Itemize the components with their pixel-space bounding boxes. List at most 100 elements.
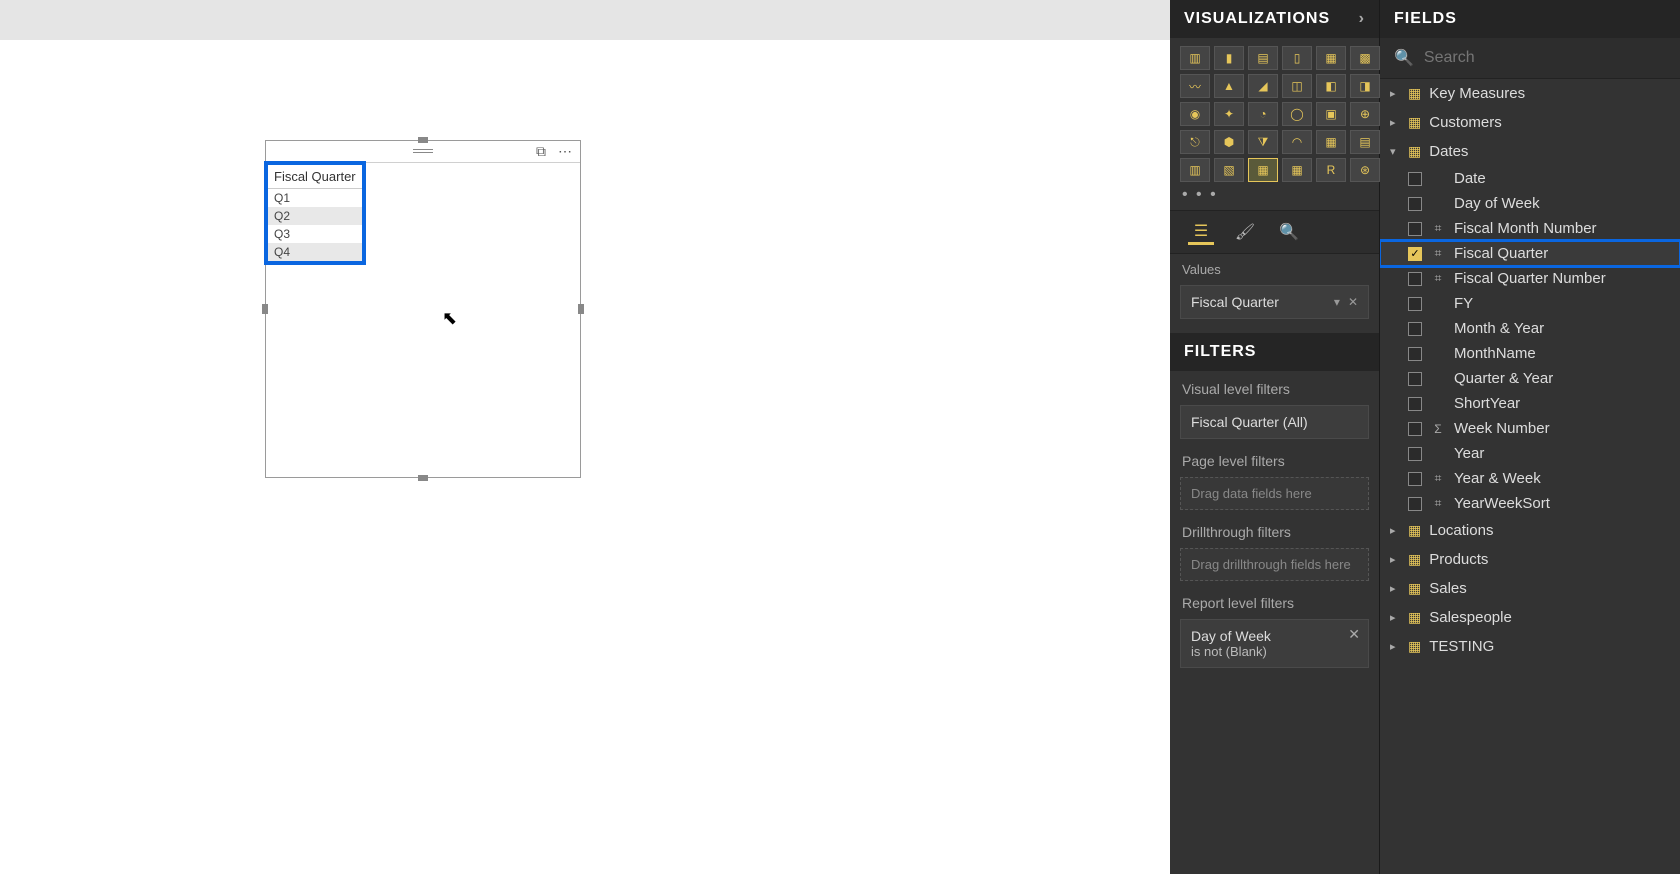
values-field-well[interactable]: Fiscal Quarter ▾ ✕ — [1180, 285, 1369, 319]
field-checkbox[interactable] — [1408, 422, 1422, 436]
field-checkbox[interactable] — [1408, 397, 1422, 411]
collapse-pane-icon[interactable]: › — [1359, 10, 1365, 28]
field-checkbox[interactable] — [1408, 347, 1422, 361]
viz-type-icon[interactable]: ◯ — [1282, 102, 1312, 126]
viz-type-icon[interactable]: ⎋ — [1180, 130, 1210, 154]
drillthrough-filters-dropzone[interactable]: Drag drillthrough fields here — [1180, 548, 1369, 581]
viz-type-icon[interactable]: ✦ — [1214, 102, 1244, 126]
field-checkbox[interactable]: ✓ — [1408, 247, 1422, 261]
field-item[interactable]: Day of Week — [1380, 191, 1680, 216]
remove-filter-icon[interactable]: ✕ — [1348, 626, 1360, 643]
field-checkbox[interactable] — [1408, 297, 1422, 311]
field-item[interactable]: ΣWeek Number — [1380, 416, 1680, 441]
fields-table[interactable]: ▸▦Products — [1380, 545, 1680, 574]
viz-type-icon[interactable]: ◫ — [1282, 74, 1312, 98]
field-item[interactable]: Date — [1380, 166, 1680, 191]
table-row[interactable]: Q1 — [268, 189, 362, 207]
viz-type-icon[interactable]: ⊛ — [1350, 158, 1380, 182]
field-item[interactable]: Quarter & Year — [1380, 366, 1680, 391]
fields-table[interactable]: ▸▦Salespeople — [1380, 603, 1680, 632]
fields-search-input[interactable] — [1424, 49, 1666, 67]
format-tab-icon[interactable]: 🖌 — [1232, 219, 1258, 245]
table-visual[interactable]: Fiscal Quarter Q1Q2Q3Q4 — [264, 161, 366, 265]
viz-type-icon[interactable]: ▦ — [1316, 130, 1346, 154]
table-row[interactable]: Q4 — [268, 243, 362, 261]
resize-handle[interactable] — [418, 475, 428, 481]
viz-type-icon[interactable]: ◠ — [1282, 130, 1312, 154]
field-item[interactable]: ⌗YearWeekSort — [1380, 491, 1680, 516]
table-visual-container[interactable]: ⧉ ⋯ Fiscal Quarter Q1Q2Q3Q4 — [265, 140, 581, 478]
viz-type-icon[interactable]: ⊕ — [1350, 102, 1380, 126]
viz-type-icon[interactable]: R — [1316, 158, 1346, 182]
focus-mode-icon[interactable]: ⧉ — [532, 145, 550, 159]
expand-icon[interactable]: ▸ — [1390, 553, 1400, 566]
fields-table[interactable]: ▸▦TESTING — [1380, 632, 1680, 661]
report-filter-card[interactable]: ✕ Day of Week is not (Blank) — [1180, 619, 1369, 668]
viz-type-icon[interactable]: ▥ — [1180, 158, 1210, 182]
field-item[interactable]: Month & Year — [1380, 316, 1680, 341]
resize-handle[interactable] — [262, 304, 268, 314]
field-item[interactable]: FY — [1380, 291, 1680, 316]
fields-table[interactable]: ▸▦Key Measures — [1380, 79, 1680, 108]
field-item[interactable]: ✓⌗Fiscal Quarter — [1380, 241, 1680, 266]
viz-type-icon[interactable]: ▩ — [1350, 46, 1380, 70]
fields-table[interactable]: ▸▦Locations — [1380, 516, 1680, 545]
more-options-icon[interactable]: ⋯ — [556, 145, 574, 159]
expand-icon[interactable]: ▸ — [1390, 611, 1400, 624]
remove-field-icon[interactable]: ✕ — [1348, 295, 1358, 309]
viz-type-icon[interactable]: ◧ — [1316, 74, 1346, 98]
fields-table[interactable]: ▸▦Customers — [1380, 108, 1680, 137]
viz-type-icon[interactable]: ◨ — [1350, 74, 1380, 98]
drag-grip-icon[interactable] — [413, 149, 433, 155]
resize-handle[interactable] — [578, 304, 584, 314]
field-item[interactable]: ShortYear — [1380, 391, 1680, 416]
fields-table[interactable]: ▾▦Dates — [1380, 137, 1680, 166]
viz-type-icon[interactable]: ▣ — [1316, 102, 1346, 126]
fields-header[interactable]: FIELDS — [1380, 0, 1680, 38]
viz-type-icon[interactable]: ▲ — [1214, 74, 1244, 98]
field-checkbox[interactable] — [1408, 322, 1422, 336]
expand-icon[interactable]: ▸ — [1390, 524, 1400, 537]
field-checkbox[interactable] — [1408, 497, 1422, 511]
more-visuals-icon[interactable]: • • • — [1170, 186, 1379, 210]
field-checkbox[interactable] — [1408, 172, 1422, 186]
field-checkbox[interactable] — [1408, 447, 1422, 461]
expand-icon[interactable]: ▸ — [1390, 582, 1400, 595]
expand-icon[interactable]: ▸ — [1390, 640, 1400, 653]
viz-type-icon[interactable]: ⬢ — [1214, 130, 1244, 154]
viz-type-icon[interactable]: ▮ — [1214, 46, 1244, 70]
field-checkbox[interactable] — [1408, 372, 1422, 386]
viz-type-icon[interactable]: ◢ — [1248, 74, 1278, 98]
viz-type-icon[interactable]: ⧩ — [1248, 130, 1278, 154]
viz-type-icon[interactable]: ▧ — [1214, 158, 1244, 182]
viz-type-icon[interactable]: ▦ — [1316, 46, 1346, 70]
field-dropdown-icon[interactable]: ▾ — [1334, 295, 1340, 309]
viz-type-icon[interactable]: ▥ — [1180, 46, 1210, 70]
viz-type-icon[interactable]: ▦ — [1282, 158, 1312, 182]
analytics-tab-icon[interactable]: 🔍 — [1276, 219, 1302, 245]
expand-icon[interactable]: ▸ — [1390, 87, 1400, 100]
viz-type-icon[interactable]: ◉ — [1180, 102, 1210, 126]
viz-type-icon[interactable]: ▤ — [1350, 130, 1380, 154]
field-item[interactable]: ⌗Fiscal Quarter Number — [1380, 266, 1680, 291]
viz-type-icon[interactable]: ◔ — [1248, 102, 1278, 126]
page-filters-dropzone[interactable]: Drag data fields here — [1180, 477, 1369, 510]
table-row[interactable]: Q3 — [268, 225, 362, 243]
field-item[interactable]: MonthName — [1380, 341, 1680, 366]
viz-type-icon[interactable]: 〰 — [1180, 74, 1210, 98]
visualizations-header[interactable]: VISUALIZATIONS › — [1170, 0, 1379, 38]
field-checkbox[interactable] — [1408, 472, 1422, 486]
viz-type-icon[interactable]: ▤ — [1248, 46, 1278, 70]
field-item[interactable]: ⌗Year & Week — [1380, 466, 1680, 491]
field-item[interactable]: Year — [1380, 441, 1680, 466]
fields-tab-icon[interactable]: ☰ — [1188, 219, 1214, 245]
table-row[interactable]: Q2 — [268, 207, 362, 225]
field-checkbox[interactable] — [1408, 272, 1422, 286]
expand-icon[interactable]: ▾ — [1390, 145, 1400, 158]
resize-handle[interactable] — [418, 137, 428, 143]
fields-table[interactable]: ▸▦Sales — [1380, 574, 1680, 603]
viz-type-icon[interactable]: ▯ — [1282, 46, 1312, 70]
table-column-header[interactable]: Fiscal Quarter — [268, 165, 362, 189]
field-item[interactable]: ⌗Fiscal Month Number — [1380, 216, 1680, 241]
field-checkbox[interactable] — [1408, 197, 1422, 211]
